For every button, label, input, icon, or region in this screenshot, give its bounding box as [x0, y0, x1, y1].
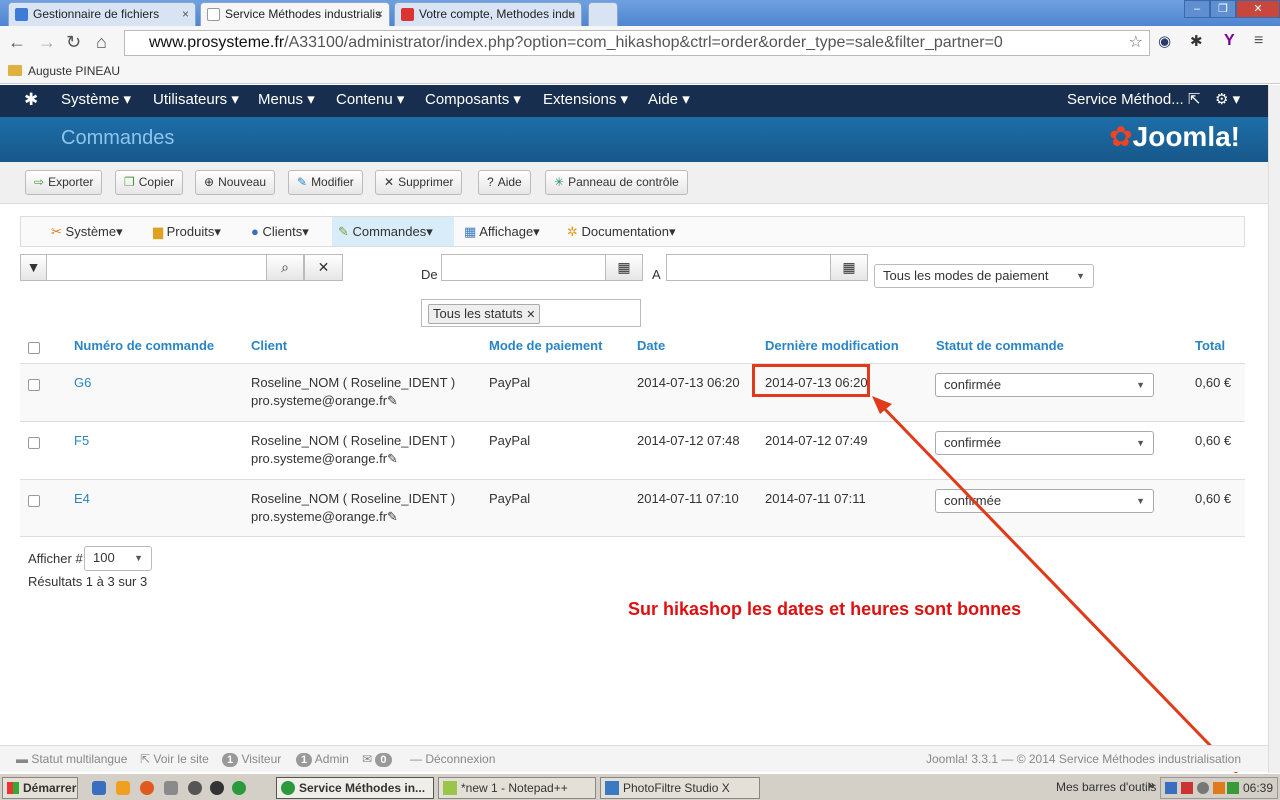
antivirus-icon[interactable]	[1227, 782, 1239, 794]
visitor-count: 1 Visiteur	[222, 752, 281, 767]
chrome-icon	[281, 781, 295, 795]
message-count[interactable]: ✉ 0	[362, 752, 392, 767]
taskbar-notepad[interactable]: *new 1 - Notepad++	[438, 777, 596, 799]
tool-icon[interactable]	[164, 781, 178, 795]
view-site-link[interactable]: ⇱ Voir le site	[140, 752, 209, 766]
notepad-icon	[443, 781, 457, 795]
expand-icon[interactable]: »	[1148, 778, 1155, 792]
windows-logo-icon	[7, 782, 19, 794]
taskbar-photofiltre[interactable]: PhotoFiltre Studio X	[600, 777, 760, 799]
ie-icon[interactable]	[92, 781, 106, 795]
multilang-status[interactable]: ▬ Statut multilangue	[16, 752, 127, 766]
clock[interactable]: 06:39	[1243, 781, 1273, 795]
security-icon[interactable]	[1213, 782, 1225, 794]
player-icon[interactable]	[210, 781, 224, 795]
envelope-icon: ✉	[362, 752, 373, 766]
logout-link[interactable]: — Déconnexion	[410, 752, 495, 766]
minus-icon: —	[410, 752, 422, 766]
photofiltre-icon	[605, 781, 619, 795]
toolbars-label[interactable]: Mes barres d'outils	[1056, 780, 1156, 794]
outlook-icon[interactable]	[116, 781, 130, 795]
arrow-line	[876, 400, 1234, 770]
network-icon[interactable]	[1165, 782, 1177, 794]
annotation-arrow	[872, 396, 1238, 774]
bars-icon: ▬	[16, 752, 28, 766]
update-icon[interactable]	[1197, 782, 1209, 794]
media-icon[interactable]	[188, 781, 202, 795]
chrome-icon[interactable]	[232, 781, 246, 795]
admin-count: 1 Admin	[296, 752, 349, 767]
start-button[interactable]: Démarrer	[2, 777, 78, 799]
sound-icon[interactable]	[1181, 782, 1193, 794]
firefox-icon[interactable]	[140, 781, 154, 795]
copyright: Joomla! 3.3.1 — © 2014 Service Méthodes …	[926, 752, 1242, 766]
annotation-text: Sur hikashop les dates et heures sont bo…	[628, 599, 1022, 619]
system-tray: 06:39	[1160, 777, 1278, 799]
external-link-icon: ⇱	[140, 752, 151, 766]
admin-footer: ▬ Statut multilangue ⇱ Voir le site 1 Vi…	[0, 745, 1268, 772]
taskbar-chrome[interactable]: Service Méthodes in...	[276, 777, 434, 799]
page-scrollbar[interactable]	[1268, 85, 1280, 773]
windows-taskbar: Démarrer Service Méthodes in... *new 1 -…	[0, 773, 1280, 800]
